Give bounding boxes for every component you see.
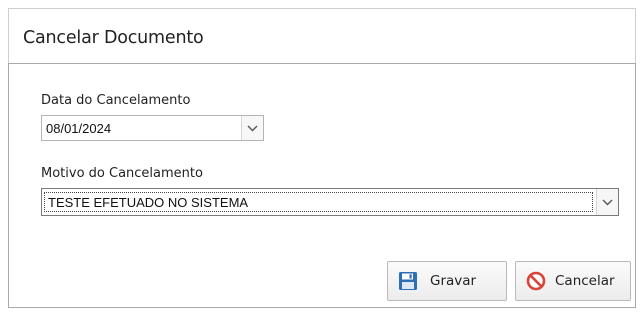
reason-label: Motivo do Cancelamento (41, 166, 203, 181)
save-button-label: Gravar (430, 273, 477, 289)
cancel-button-label: Cancelar (555, 273, 615, 289)
chevron-down-icon (602, 199, 613, 205)
cancel-document-dialog: Cancelar Documento Data do Cancelamento … (8, 8, 636, 308)
prohibited-icon (526, 271, 546, 291)
date-label: Data do Cancelamento (41, 93, 191, 108)
dialog-title: Cancelar Documento (23, 28, 204, 48)
floppy-disk-icon (398, 271, 418, 291)
reason-value: TESTE EFETUADO NO SISTEMA (44, 192, 593, 212)
dialog-header: Cancelar Documento (8, 8, 636, 63)
date-value: 08/01/2024 (46, 120, 112, 136)
dialog-body: Data do Cancelamento 08/01/2024 Motivo d… (8, 63, 636, 308)
reason-dropdown-button[interactable] (596, 189, 618, 215)
cancel-button[interactable]: Cancelar (515, 261, 631, 301)
chevron-down-icon (247, 125, 258, 131)
date-picker[interactable]: 08/01/2024 (41, 115, 264, 141)
save-button[interactable]: Gravar (387, 261, 507, 301)
date-dropdown-button[interactable] (241, 116, 263, 140)
reason-select[interactable]: TESTE EFETUADO NO SISTEMA (41, 188, 619, 216)
